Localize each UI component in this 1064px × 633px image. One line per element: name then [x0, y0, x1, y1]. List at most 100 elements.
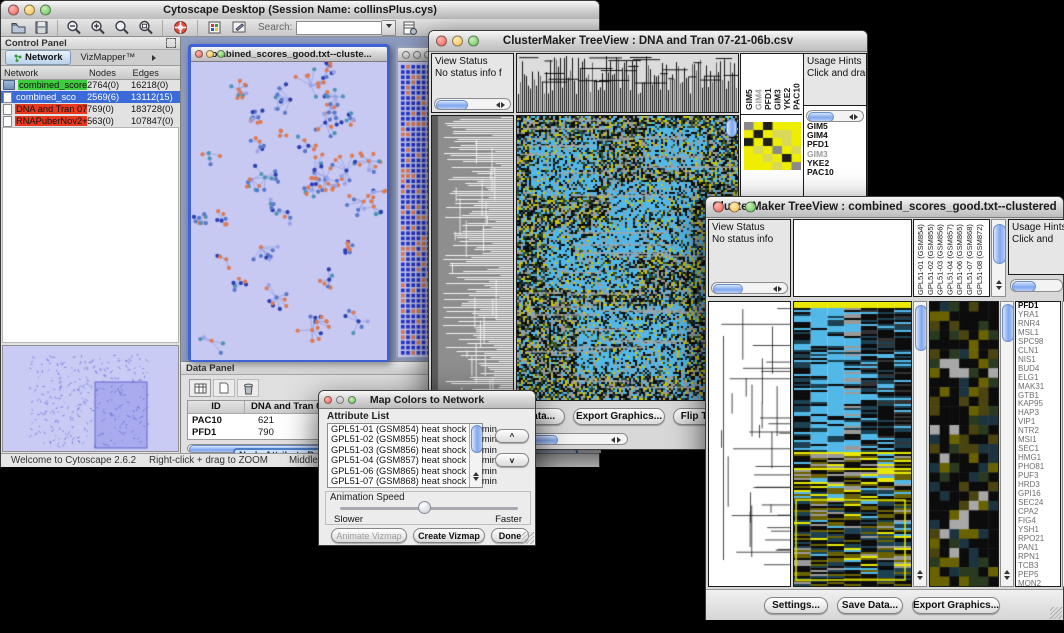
search-input[interactable]	[296, 21, 382, 35]
tv1-heatmap-vscroll-thumb[interactable]	[726, 119, 737, 137]
tv2-heatmap[interactable]	[793, 301, 912, 587]
gene-label[interactable]: MON2	[1018, 580, 1060, 587]
search-dropdown-button[interactable]	[382, 20, 396, 36]
array-label[interactable]: GPL51-08 (GSM872)	[975, 224, 984, 295]
tab-network[interactable]: Network	[5, 50, 71, 65]
zoom-window-icon[interactable]	[217, 50, 225, 58]
tv2-labels-vscrollbar[interactable]	[991, 219, 1006, 297]
array-label[interactable]: GPL51-01 (GSM854)	[916, 224, 925, 295]
treeview1-titlebar[interactable]: ClusterMaker TreeView : DNA and Tran 07-…	[429, 31, 867, 52]
network-table-row[interactable]: combined_scores 2764(0) 16218(0)	[1, 79, 180, 91]
tab-vizmapper[interactable]: VizMapper™	[71, 52, 144, 63]
array-label[interactable]: GPL51-03 (GSM856)	[936, 224, 945, 295]
plugins-icon[interactable]	[202, 21, 226, 34]
move-up-button[interactable]: ^	[495, 429, 529, 443]
array-label[interactable]: GPL51-04 (GSM857)	[945, 224, 954, 295]
attribute-item[interactable]: GPL51-06 (GSM865) heat shock 40 min	[328, 466, 482, 476]
network-table-row[interactable]: DNA and Tran 07 769(0) 183728(0)	[1, 103, 180, 115]
network-view-canvas[interactable]	[191, 62, 387, 360]
zoom-out-icon[interactable]	[62, 20, 86, 35]
array-label[interactable]: GPL51-06 (GSM865)	[955, 224, 964, 295]
new-attribute-icon[interactable]	[213, 379, 235, 397]
network-overview-canvas[interactable]	[3, 346, 178, 451]
attribute-item[interactable]: GPL51-07 (GSM868) heat shock 60 min	[328, 476, 482, 486]
minimize-icon[interactable]	[206, 50, 214, 58]
tv2-save-data-button[interactable]: Save Data...	[837, 597, 903, 614]
attribute-item[interactable]: GPL51-03 (GSM856) heat shock 15 min	[328, 445, 482, 455]
gene-label[interactable]: PAC10	[807, 168, 834, 177]
minimize-icon[interactable]	[336, 396, 344, 404]
tv2-status-hscrollbar[interactable]	[711, 282, 788, 294]
create-vizmap-button[interactable]: Create Vizmap	[413, 528, 485, 543]
save-session-icon[interactable]	[29, 21, 53, 34]
delete-attribute-icon[interactable]	[237, 379, 259, 397]
help-lifesaver-icon[interactable]	[167, 20, 193, 35]
close-icon[interactable]	[324, 396, 332, 404]
move-down-button[interactable]: v	[495, 453, 529, 467]
minimize-icon[interactable]	[24, 5, 35, 16]
attribute-select-icon[interactable]	[189, 379, 211, 397]
tv1-export-graphics-button[interactable]: Export Graphics...	[573, 408, 665, 425]
array-label[interactable]: GIM4	[754, 89, 764, 110]
attribute-item[interactable]: GPL51-04 (GSM857) heat shock 20 min	[328, 455, 482, 465]
tv1-row-dendrogram[interactable]	[431, 115, 514, 401]
array-label[interactable]: PFD1	[763, 88, 773, 110]
treeview2-titlebar[interactable]: ClusterMaker TreeView : combined_scores_…	[706, 197, 1063, 218]
network-table-header[interactable]: Network Nodes Edges	[1, 66, 180, 80]
attribute-table-icon[interactable]	[396, 21, 424, 35]
tv1-similarity-matrix[interactable]	[744, 122, 801, 170]
network-overview-panel[interactable]	[2, 345, 179, 452]
minimize-icon[interactable]	[452, 36, 463, 47]
array-label[interactable]: GPL51-07 (GSM868)	[965, 224, 974, 295]
tv2-usage-hscrollbar[interactable]	[1010, 279, 1063, 292]
zoom-selected-icon[interactable]	[110, 20, 134, 35]
attribute-item[interactable]: GPL51-01 (GSM854) heat shock 05 min	[328, 424, 482, 434]
network-table-row[interactable]: combined_sco 2569(6) 13112(15)	[1, 91, 180, 103]
array-label[interactable]: GPL51-02 (GSM855)	[926, 224, 935, 295]
tv2-export-graphics-button[interactable]: Export Graphics...	[912, 597, 1000, 614]
network-view-titlebar[interactable]: combined_scores_good.txt--cluste...	[191, 47, 387, 62]
tv2-column-dendrogram[interactable]	[793, 219, 912, 297]
minimize-icon[interactable]	[729, 202, 740, 213]
tv2-heatmap-vscrollbar[interactable]	[913, 301, 927, 587]
attribute-list[interactable]: GPL51-01 (GSM854) heat shock 05 minGPL51…	[327, 423, 483, 488]
minimize-icon[interactable]	[413, 51, 421, 59]
zoom-window-icon[interactable]	[348, 396, 356, 404]
network-list-area[interactable]	[2, 127, 179, 343]
close-icon[interactable]	[402, 51, 410, 59]
attribute-item[interactable]: GPL51-02 (GSM855) heat shock 10 min	[328, 434, 482, 444]
tv2-row-dendrogram[interactable]	[708, 301, 791, 587]
close-icon[interactable]	[8, 5, 19, 16]
close-icon[interactable]	[436, 36, 447, 47]
close-icon[interactable]	[195, 50, 203, 58]
zoom-window-icon[interactable]	[40, 5, 51, 16]
array-label[interactable]: YKE2	[782, 88, 792, 110]
attribute-list-vscrollbar[interactable]	[469, 424, 482, 487]
tv2-settings-button[interactable]: Settings...	[764, 597, 828, 614]
array-label[interactable]: PAC10	[792, 83, 802, 110]
resize-grip[interactable]	[1050, 607, 1062, 619]
float-panel-icon[interactable]	[166, 38, 176, 48]
zoom-window-icon[interactable]	[468, 36, 479, 47]
resize-grip[interactable]	[522, 532, 534, 544]
zoom-fit-icon[interactable]	[134, 20, 158, 35]
zoom-window-icon[interactable]	[745, 202, 756, 213]
network-table-row[interactable]: RNAPuberNov2+I 563(0) 107847(0)	[1, 115, 180, 127]
array-label[interactable]: GIM5	[744, 89, 754, 110]
open-session-icon[interactable]	[7, 22, 29, 34]
array-label[interactable]: GIM3	[773, 89, 783, 110]
tab-overflow-arrow[interactable]	[152, 55, 159, 61]
tv2-zoom-heatmap[interactable]	[929, 301, 999, 587]
window-controls[interactable]	[8, 5, 51, 16]
toolbar-separator	[197, 20, 198, 36]
tv2-zoom-vscrollbar[interactable]	[1000, 301, 1014, 587]
tv1-column-dendrogram[interactable]	[516, 53, 739, 113]
main-titlebar[interactable]: Cytoscape Desktop (Session Name: collins…	[1, 1, 599, 20]
annotation-icon[interactable]	[226, 21, 252, 34]
column-header-id[interactable]: ID	[188, 401, 245, 413]
dialog-titlebar[interactable]: Map Colors to Network	[319, 391, 535, 409]
slider-thumb[interactable]	[418, 501, 431, 514]
tv1-status-hscrollbar[interactable]	[434, 98, 511, 110]
zoom-in-icon[interactable]	[86, 20, 110, 35]
close-icon[interactable]	[713, 202, 724, 213]
